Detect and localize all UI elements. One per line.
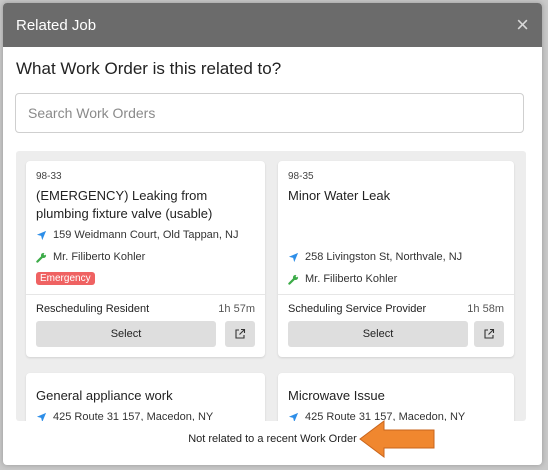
work-order-list[interactable]: 98-33 (EMERGENCY) Leaking from plumbing … — [16, 151, 526, 421]
work-order-title: Microwave Issue — [288, 388, 385, 403]
status-text: Scheduling Service Provider — [288, 303, 427, 315]
technician-name: Mr. Filiberto Kohler — [305, 273, 398, 285]
wrench-icon — [36, 252, 47, 263]
status-row: Scheduling Service Provider 1h 58m — [288, 303, 504, 315]
work-order-address: 258 Livingston St, Northvale, NJ — [288, 251, 462, 263]
work-order-title: (EMERGENCY) Leaking from plumbing fixtur… — [36, 188, 213, 221]
select-button[interactable]: Select — [288, 321, 468, 347]
not-related-link[interactable]: Not related to a recent Work Order — [3, 433, 542, 445]
status-time: 1h 57m — [218, 303, 255, 315]
modal-question: What Work Order is this related to? — [16, 59, 282, 78]
status-text: Rescheduling Resident — [36, 303, 150, 315]
location-arrow-icon — [36, 412, 47, 421]
location-arrow-icon — [288, 412, 299, 421]
work-order-technician: Mr. Filiberto Kohler — [288, 273, 397, 285]
work-order-id: 98-33 — [36, 171, 62, 182]
address-text: 159 Weidmann Court, Old Tappan, NJ — [53, 229, 239, 241]
close-icon[interactable]: × — [516, 14, 529, 36]
work-order-card: 98-33 (EMERGENCY) Leaking from plumbing … — [26, 161, 265, 357]
technician-name: Mr. Filiberto Kohler — [53, 251, 146, 263]
search-work-orders-input[interactable] — [15, 93, 524, 133]
card-divider — [278, 294, 514, 295]
wrench-icon — [288, 274, 299, 285]
select-button[interactable]: Select — [36, 321, 216, 347]
annotation-arrow-icon — [359, 420, 435, 458]
work-order-title: General appliance work — [36, 388, 173, 403]
related-job-modal: Related Job × What Work Order is this re… — [3, 3, 542, 465]
card-divider — [26, 294, 265, 295]
emergency-badge: Emergency — [36, 272, 95, 285]
work-order-technician: Mr. Filiberto Kohler — [36, 251, 145, 263]
status-time: 1h 58m — [467, 303, 504, 315]
address-text: 425 Route 31 157, Macedon, NY — [53, 411, 214, 421]
location-arrow-icon — [36, 230, 47, 240]
external-link-icon — [235, 328, 246, 339]
work-order-card: General appliance work 425 Route 31 157,… — [26, 373, 265, 421]
location-arrow-icon — [288, 252, 299, 262]
modal-title: Related Job — [16, 16, 97, 34]
address-text: 258 Livingston St, Northvale, NJ — [305, 251, 463, 263]
work-order-address: 159 Weidmann Court, Old Tappan, NJ — [36, 229, 238, 241]
modal-header: Related Job × — [3, 3, 542, 47]
work-order-address: 425 Route 31 157, Macedon, NY — [36, 411, 213, 421]
open-work-order-button[interactable] — [225, 321, 255, 347]
status-row: Rescheduling Resident 1h 57m — [36, 303, 255, 315]
work-order-id: 98-35 — [288, 171, 314, 182]
work-order-card: 98-35 Minor Water Leak 258 Livingston St… — [278, 161, 514, 357]
external-link-icon — [484, 328, 495, 339]
open-work-order-button[interactable] — [474, 321, 504, 347]
work-order-card: Microwave Issue 425 Route 31 157, Macedo… — [278, 373, 514, 421]
work-order-title: Minor Water Leak — [288, 188, 391, 203]
